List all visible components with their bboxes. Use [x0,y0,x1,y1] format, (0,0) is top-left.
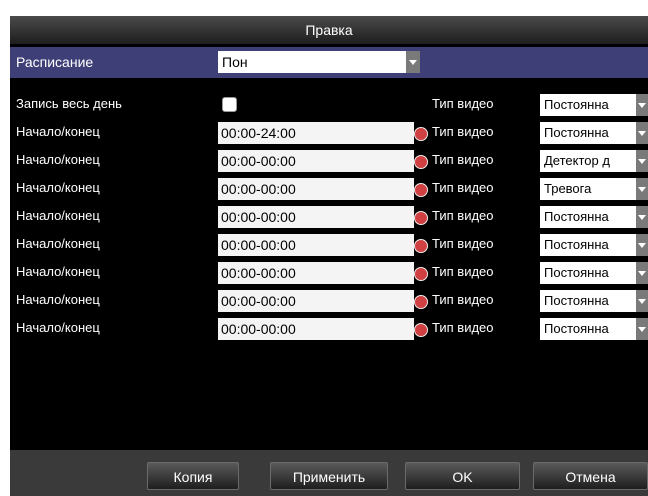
chevron-down-icon[interactable] [636,206,648,228]
clock-icon[interactable] [414,323,428,337]
row-7-label: Начало/конец [16,320,100,335]
row-3-type-label: Тип видео [432,208,494,223]
row-0-time-input[interactable]: 00:00-24:00 [218,122,414,144]
row-4-time-input[interactable]: 00:00-00:00 [218,234,414,256]
row-0-type-label: Тип видео [432,124,494,139]
edit-dialog: Правка Расписание Пон Запись весь день Т… [10,16,648,496]
row-4-label: Начало/конец [16,236,100,251]
apply-button[interactable]: Применить [270,462,388,490]
clock-icon[interactable] [414,155,428,169]
row-2-time-input[interactable]: 00:00-00:00 [218,178,414,200]
row-5-label: Начало/конец [16,264,100,279]
chevron-down-icon[interactable] [636,290,648,312]
row-4-type-label: Тип видео [432,236,494,251]
chevron-down-icon[interactable] [636,234,648,256]
chevron-down-icon[interactable] [406,51,420,73]
chevron-down-icon[interactable] [636,178,648,200]
cancel-button[interactable]: Отмена [533,462,648,490]
row-7-time-input[interactable]: 00:00-00:00 [218,318,414,340]
chevron-down-icon[interactable] [636,318,648,340]
allday-label: Запись весь день [16,96,122,111]
row-6-label: Начало/конец [16,292,100,307]
row-6-time-input[interactable]: 00:00-00:00 [218,290,414,312]
row-2-type-value: Тревога [544,181,592,196]
row-5-type-value: Постоянна [544,265,609,280]
row-5-type-select[interactable]: Постоянна [540,262,636,284]
row-6-type-select[interactable]: Постоянна [540,290,636,312]
row-6-type-label: Тип видео [432,292,494,307]
row-2-type-select[interactable]: Тревога [540,178,636,200]
row-3-label: Начало/конец [16,208,100,223]
clock-icon[interactable] [414,267,428,281]
allday-checkbox[interactable] [222,97,237,112]
row-5-time-input[interactable]: 00:00-00:00 [218,262,414,284]
schedule-label: Расписание [16,54,94,70]
row-4-type-select[interactable]: Постоянна [540,234,636,256]
row-7-type-label: Тип видео [432,320,494,335]
schedule-panel: Запись весь день Тип видео Постоянна Нач… [10,78,648,450]
allday-type-label: Тип видео [432,96,494,111]
row-2-type-label: Тип видео [432,180,494,195]
clock-icon[interactable] [414,239,428,253]
row-1-label: Начало/конец [16,152,100,167]
clock-icon[interactable] [414,183,428,197]
row-1-time-input[interactable]: 00:00-00:00 [218,150,414,172]
clock-icon[interactable] [414,295,428,309]
dialog-title: Правка [10,16,648,44]
schedule-day-value: Пон [222,54,248,70]
row-1-type-select[interactable]: Детектор д [540,150,636,172]
chevron-down-icon[interactable] [636,150,648,172]
row-7-type-value: Постоянна [544,321,609,336]
row-0-type-value: Постоянна [544,125,609,140]
chevron-down-icon[interactable] [636,262,648,284]
row-5-type-label: Тип видео [432,264,494,279]
chevron-down-icon[interactable] [636,122,648,144]
row-6-type-value: Постоянна [544,293,609,308]
row-2-label: Начало/конец [16,180,100,195]
row-0-label: Начало/конец [16,124,100,139]
row-3-type-value: Постоянна [544,209,609,224]
schedule-bar: Расписание Пон [10,47,648,78]
ok-button[interactable]: OK [405,462,520,490]
schedule-day-select[interactable]: Пон [218,51,406,73]
row-3-type-select[interactable]: Постоянна [540,206,636,228]
clock-icon[interactable] [414,127,428,141]
allday-type-value: Постоянна [544,97,609,112]
row-4-type-value: Постоянна [544,237,609,252]
row-7-type-select[interactable]: Постоянна [540,318,636,340]
row-3-time-input[interactable]: 00:00-00:00 [218,206,414,228]
row-1-type-value: Детектор д [544,153,610,168]
dialog-footer: Копия Применить OK Отмена [10,450,648,496]
chevron-down-icon[interactable] [636,94,648,116]
allday-type-select[interactable]: Постоянна [540,94,636,116]
clock-icon[interactable] [414,211,428,225]
copy-button[interactable]: Копия [147,462,239,490]
row-0-type-select[interactable]: Постоянна [540,122,636,144]
row-1-type-label: Тип видео [432,152,494,167]
